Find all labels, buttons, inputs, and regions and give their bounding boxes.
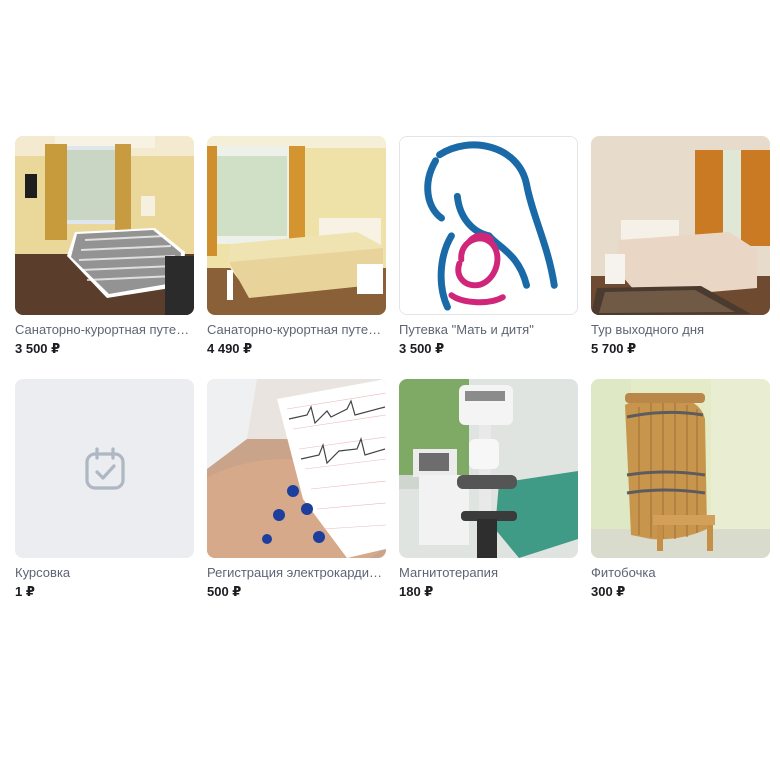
product-title[interactable]: Тур выходного дня — [591, 322, 770, 338]
product-photo-room-bed-rug[interactable] — [591, 136, 770, 315]
product-card[interactable]: Регистрация электрокардиограммы 500 ₽ — [207, 379, 386, 600]
product-card[interactable]: Курсовка 1 ₽ — [15, 379, 194, 600]
product-photo-mother-child-logo[interactable] — [399, 136, 578, 315]
product-title[interactable]: Курсовка — [15, 565, 194, 581]
product-title[interactable]: Санаторно-курортная путевка — [207, 322, 386, 338]
product-card[interactable]: Санаторно-курортная путевка 3 500 ₽ — [15, 136, 194, 357]
product-price: 4 490 ₽ — [207, 341, 253, 356]
product-photo-magnetotherapy-device[interactable] — [399, 379, 578, 558]
product-card[interactable]: Магнитотерапия 180 ₽ — [399, 379, 578, 600]
product-title[interactable]: Санаторно-курортная путевка — [15, 322, 194, 338]
product-photo-room-double-bed[interactable] — [207, 136, 386, 315]
product-photo-wooden-barrel[interactable] — [591, 379, 770, 558]
product-photo-ecg-procedure[interactable] — [207, 379, 386, 558]
product-title[interactable]: Фитобочка — [591, 565, 770, 581]
calendar-check-icon — [84, 446, 125, 490]
product-price: 3 500 ₽ — [399, 341, 445, 356]
product-card[interactable]: Путевка "Мать и дитя" 3 500 ₽ — [399, 136, 578, 357]
product-price: 5 700 ₽ — [591, 341, 637, 356]
product-photo-placeholder[interactable] — [15, 379, 194, 558]
product-price: 3 500 ₽ — [15, 341, 61, 356]
product-title[interactable]: Путевка "Мать и дитя" — [399, 322, 578, 338]
product-card[interactable]: Санаторно-курортная путевка 4 490 ₽ — [207, 136, 386, 357]
product-price: 500 ₽ — [207, 584, 242, 599]
product-title[interactable]: Магнитотерапия — [399, 565, 578, 581]
product-price: 180 ₽ — [399, 584, 434, 599]
product-card[interactable]: Фитобочка 300 ₽ — [591, 379, 770, 600]
product-price: 300 ₽ — [591, 584, 626, 599]
product-title[interactable]: Регистрация электрокардиограммы — [207, 565, 386, 581]
product-price: 1 ₽ — [15, 584, 35, 599]
product-photo-room-twin-beds[interactable] — [15, 136, 194, 315]
product-grid: Санаторно-курортная путевка 3 500 ₽ Сана… — [15, 136, 770, 600]
product-card[interactable]: Тур выходного дня 5 700 ₽ — [591, 136, 770, 357]
